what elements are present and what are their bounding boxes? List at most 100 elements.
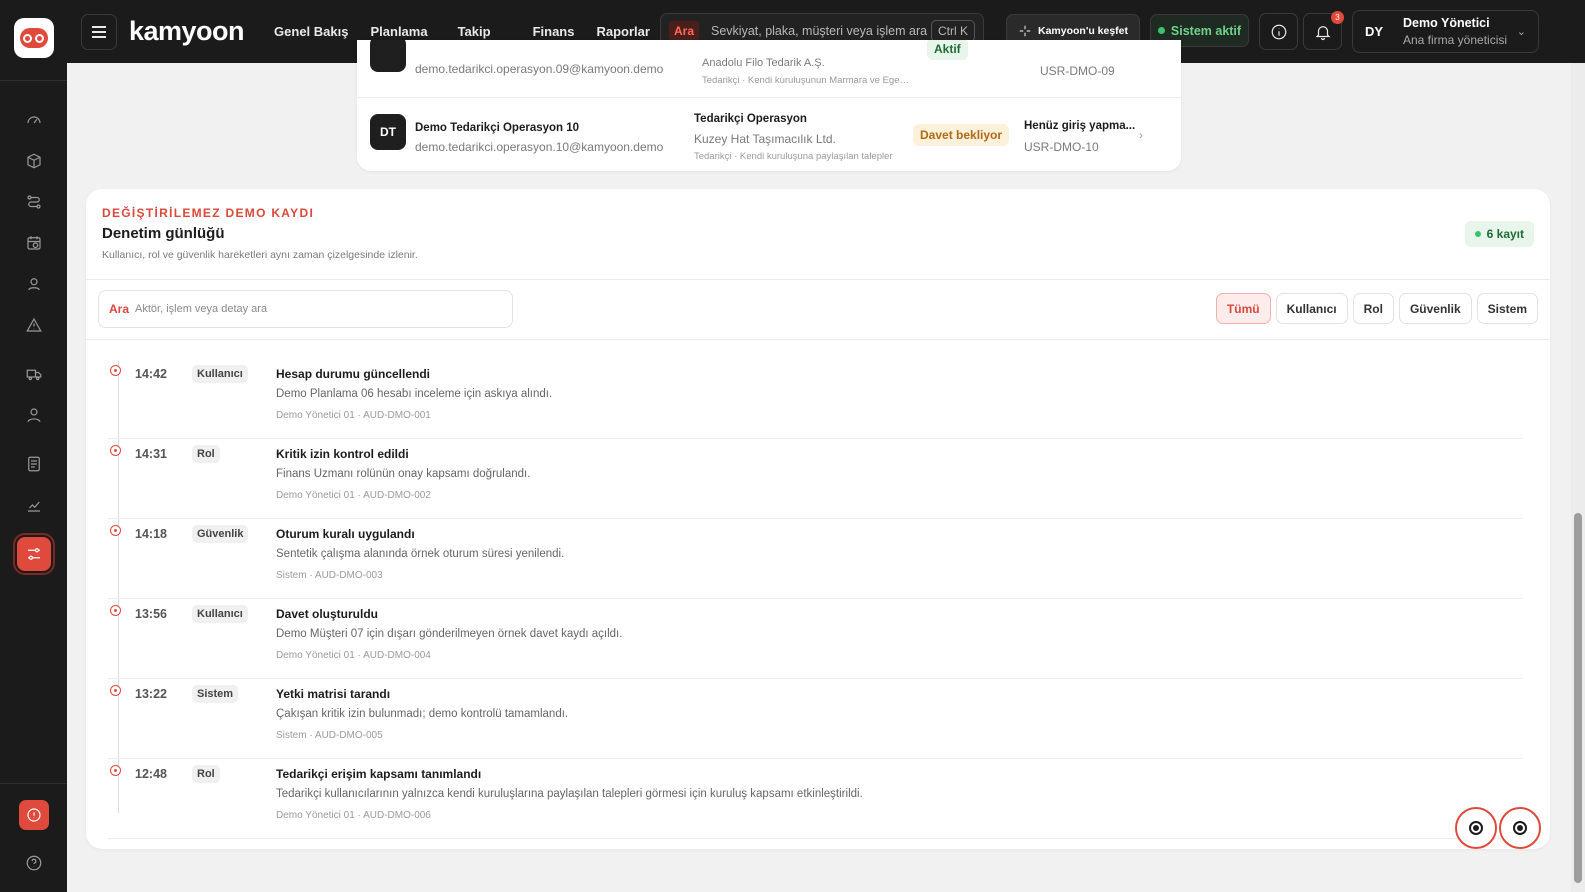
sparkle-icon [1019, 25, 1031, 36]
entry-description: Sentetik çalışma alanında örnek oturum s… [276, 548, 565, 560]
entry-title: Davet oluşturuldu [276, 607, 379, 621]
filter-tabs: Tümü Kullanıcı Rol Güvenlik Sistem [1215, 293, 1538, 324]
search-tag: Ara [669, 21, 700, 41]
avatar: DT [370, 114, 406, 150]
entry-time: 12:48 [135, 767, 167, 781]
entry-type-badge: Rol [192, 765, 220, 783]
main-nav: Genel Bakış Planlama Takip Finans Raporl… [274, 24, 650, 39]
audit-entry[interactable]: 14:42 Kullanıcı Hesap durumu güncellendi… [108, 359, 1522, 439]
rail-footer [0, 783, 67, 892]
entry-type-badge: Rol [192, 445, 220, 463]
warning-icon[interactable] [17, 308, 51, 342]
audit-entry[interactable]: 13:22 Sistem Yetki matrisi tarandı Çakış… [108, 679, 1522, 759]
calendar-clock-icon[interactable] [17, 226, 51, 260]
user-icon[interactable] [17, 398, 51, 432]
nav-finance[interactable]: Finans [533, 24, 575, 39]
entry-time: 14:42 [135, 367, 167, 381]
entry-type-badge: Güvenlik [192, 525, 249, 543]
entry-type-badge: Sistem [192, 685, 239, 703]
notification-count-badge: 3 [1331, 11, 1344, 24]
brand-logo[interactable]: kamyoon [129, 16, 245, 47]
chevron-right-icon[interactable]: › [1139, 128, 1143, 142]
entry-meta: Demo Yönetici 01 · AUD-DMO-004 [276, 650, 431, 661]
audit-entry[interactable]: 14:31 Rol Kritik izin kontrol edildi Fin… [108, 439, 1522, 519]
table-row[interactable]: DT Demo Tedarikçi Operasyon 10 demo.teda… [357, 97, 1181, 170]
app-logo[interactable] [13, 18, 54, 58]
system-status-label: Sistem aktif [1170, 23, 1242, 38]
user-scope: Tedarikçi · Kendi kuruluşuna paylaşılan … [694, 151, 893, 162]
dashboard-icon[interactable] [17, 103, 51, 137]
entry-time: 13:22 [135, 687, 167, 701]
help-icon[interactable] [19, 848, 49, 878]
entry-type-badge: Kullanıcı [192, 605, 248, 623]
divider [86, 279, 1550, 280]
info-icon [1271, 24, 1286, 39]
status-dot-icon [1157, 27, 1165, 34]
filter-all[interactable]: Tümü [1215, 293, 1271, 324]
entry-time: 13:56 [135, 607, 167, 621]
audit-search-input[interactable] [135, 303, 502, 315]
entry-title: Kritik izin kontrol edildi [276, 447, 409, 461]
timeline-dot-icon [110, 685, 121, 696]
user-email: demo.tedarikci.operasyon.09@kamyoon.demo [415, 62, 664, 76]
scrollbar[interactable] [1571, 63, 1585, 892]
audit-subtitle: Kullanıcı, rol ve güvenlik hareketleri a… [102, 249, 418, 261]
entry-meta: Demo Yönetici 01 · AUD-DMO-006 [276, 810, 431, 821]
audit-eyebrow: DEĞİŞTİRİLEMEZ DEMO KAYDI [102, 206, 315, 220]
scrollbar-thumb[interactable] [1574, 513, 1582, 883]
entry-description: Tedarikçi kullanıcılarının yalnızca kend… [276, 788, 863, 800]
status-dot-icon [1474, 231, 1481, 237]
notifications-button[interactable]: 3 [1303, 11, 1344, 50]
bell-icon [1315, 25, 1330, 40]
filter-user[interactable]: Kullanıcı [1275, 293, 1348, 324]
entry-title: Yetki matrisi tarandı [276, 687, 391, 701]
sidebar-rail [0, 0, 67, 892]
audit-entry[interactable]: 12:48 Rol Tedarikçi erişim kapsamı tanım… [108, 759, 1522, 839]
nav-planning[interactable]: Planlama [370, 24, 427, 39]
entry-type-badge: Kullanıcı [192, 365, 248, 383]
timeline-dot-icon [110, 765, 121, 776]
status-badge: Davet bekliyor [913, 124, 1010, 146]
audit-search[interactable]: Ara [98, 290, 513, 328]
audit-entry[interactable]: 13:56 Kullanıcı Davet oluşturuldu Demo M… [108, 599, 1522, 679]
nav-reports[interactable]: Raporlar [596, 24, 649, 39]
filter-system[interactable]: Sistem [1476, 293, 1538, 324]
nav-overview[interactable]: Genel Bakış [274, 24, 348, 39]
rail-divider [0, 80, 67, 81]
entry-meta: Demo Yönetici 01 · AUD-DMO-002 [276, 490, 431, 501]
user-role: Ana firma yöneticisi [1403, 32, 1508, 47]
user-scope: Tedarikçi · Kendi kuruluşunun Marmara ve… [702, 75, 909, 86]
entry-meta: Sistem · AUD-DMO-003 [276, 570, 383, 581]
global-search-input[interactable]: Sevkiyat, plaka, müşteri veya işlem ara [711, 24, 931, 38]
users-table-card: demo.tedarikci.operasyon.09@kamyoon.demo… [357, 40, 1181, 171]
table-row[interactable]: demo.tedarikci.operasyon.09@kamyoon.demo… [357, 40, 1181, 93]
user-menu[interactable]: DY Demo Yönetici Ana firma yöneticisi ⌄ [1352, 10, 1539, 53]
filter-security[interactable]: Güvenlik [1398, 293, 1472, 324]
info-button[interactable] [1259, 13, 1298, 50]
chart-icon[interactable] [17, 488, 51, 522]
user-name: Demo Tedarikçi Operasyon 10 [415, 122, 580, 134]
assistant-eye-icon[interactable] [1455, 807, 1497, 849]
document-icon[interactable] [17, 447, 51, 481]
truck-icon[interactable] [17, 357, 51, 391]
alert-info-icon[interactable] [18, 800, 49, 830]
assistant-eye-icon[interactable] [1499, 807, 1541, 849]
timeline-dot-icon [110, 445, 121, 456]
search-tag: Ara [109, 302, 130, 316]
entry-title: Oturum kuralı uygulandı [276, 527, 415, 541]
user-email: demo.tedarikci.operasyon.10@kamyoon.demo [415, 140, 664, 154]
settings-sliders-icon[interactable] [12, 533, 55, 575]
hamburger-menu-icon[interactable] [81, 13, 117, 50]
package-icon[interactable] [17, 144, 51, 178]
audit-entry[interactable]: 14:18 Güvenlik Oturum kuralı uygulandı S… [108, 519, 1522, 599]
filter-role[interactable]: Rol [1352, 293, 1394, 324]
audit-log-card: DEĞİŞTİRİLEMEZ DEMO KAYDI Denetim günlüğ… [86, 189, 1550, 849]
entry-time: 14:31 [135, 447, 167, 461]
last-login: Henüz giriş yapma... [1024, 120, 1136, 132]
entry-meta: Demo Yönetici 01 · AUD-DMO-001 [276, 410, 431, 421]
status-badge: Aktif [927, 40, 968, 60]
nav-tracking[interactable]: Takip [458, 24, 491, 39]
entry-description: Demo Planlama 06 hesabı inceleme için as… [276, 388, 553, 400]
location-user-icon[interactable] [17, 267, 51, 301]
route-icon[interactable] [17, 185, 51, 219]
